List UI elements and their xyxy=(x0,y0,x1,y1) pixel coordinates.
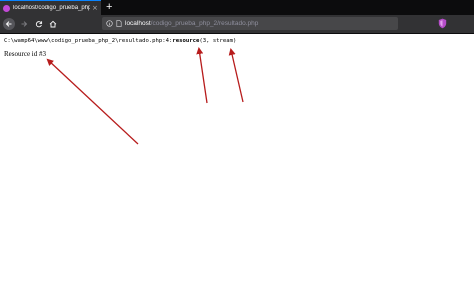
navigation-toolbar: localhost/codigo_prueba_php_2/resultado.… xyxy=(0,15,474,34)
reload-button[interactable] xyxy=(33,18,45,30)
home-icon xyxy=(49,20,57,28)
arrow-to-stream xyxy=(228,48,244,103)
address-bar[interactable]: localhost/codigo_prueba_php_2/resultado.… xyxy=(102,17,398,30)
error-file-path: C:\wamp64\www\codigo_prueba_php_2\result… xyxy=(4,38,173,44)
var-dump-output: C:\wamp64\www\codigo_prueba_php_2\result… xyxy=(4,37,236,45)
tab-title: localhost/codigo_prueba_php_2/re xyxy=(13,5,90,11)
new-tab-button[interactable]: + xyxy=(106,1,112,13)
arrow-to-output xyxy=(46,58,139,145)
home-button[interactable] xyxy=(47,18,59,30)
back-button[interactable] xyxy=(3,18,15,30)
shield-icon[interactable] xyxy=(438,18,447,29)
close-tab-icon[interactable]: × xyxy=(92,4,98,12)
url-host: localhost xyxy=(125,20,151,27)
forward-button[interactable] xyxy=(18,18,30,30)
reload-icon xyxy=(35,21,43,28)
error-type-keyword: resource xyxy=(172,38,200,44)
forward-icon xyxy=(21,21,28,27)
info-icon[interactable] xyxy=(106,20,113,27)
tab-strip: localhost/codigo_prueba_php_2/re × + xyxy=(0,0,474,15)
tab-favicon-icon xyxy=(3,4,10,12)
url-path: /codigo_prueba_php_2/resultado.php xyxy=(150,20,259,27)
error-detail: (3, stream) xyxy=(199,38,237,44)
arrow-to-resource xyxy=(196,47,208,104)
browser-tab-active[interactable]: localhost/codigo_prueba_php_2/re × xyxy=(0,0,101,15)
page-icon xyxy=(116,20,122,27)
url-text[interactable]: localhost/codigo_prueba_php_2/resultado.… xyxy=(125,19,258,28)
echo-output: Resource id #3 xyxy=(4,50,46,58)
back-icon xyxy=(5,21,12,27)
